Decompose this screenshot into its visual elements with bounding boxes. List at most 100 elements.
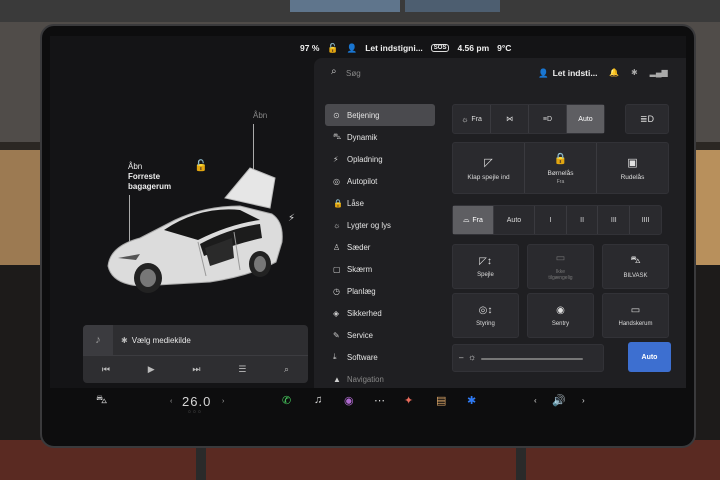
window-lock-icon: ▣ [627, 156, 638, 169]
outside-temperature: 9°C [497, 43, 512, 53]
search-icon[interactable]: ⌕ [331, 66, 337, 77]
profile-icon[interactable]: 👤 [347, 43, 358, 54]
controls-grid-row-1: ◸↕ Spejle ▭ Ikke tilgængelig ⛍ BILVASK [452, 244, 669, 289]
sentry-button[interactable]: ◉ Sentry [527, 293, 594, 338]
sos-icon[interactable]: SOS [430, 44, 450, 52]
clock-icon: ◷ [333, 286, 340, 296]
fold-mirrors-button[interactable]: ◸ Klap spejle ind [453, 143, 525, 193]
carwash-button[interactable]: ⛍ BILVASK [602, 244, 669, 289]
volume-up-icon[interactable]: › [582, 396, 585, 405]
media-search-icon[interactable]: ⌕ [284, 364, 289, 375]
music-icon[interactable]: ♫ [314, 394, 322, 406]
car-icon: ⛍ [333, 132, 342, 141]
brightness-auto-button[interactable]: Auto [628, 342, 671, 372]
more-apps-icon[interactable]: ⋯ [374, 394, 385, 407]
menu-item-planlaeg[interactable]: ◷ Planlæg [325, 280, 435, 302]
menu-item-sikkerhed[interactable]: ◈ Sikkerhed [325, 302, 435, 324]
unavailable-button: ▭ Ikke tilgængelig [527, 244, 594, 289]
wiper-speed-label: III [610, 216, 617, 224]
cabin-temperature[interactable]: 26.0 [182, 394, 211, 409]
shield-icon: ◈ [333, 308, 340, 318]
child-lock-label: Børnelås [547, 169, 574, 177]
menu-item-autopilot[interactable]: ◎ Autopilot [325, 170, 435, 192]
menu-item-label: Sikkerhed [347, 308, 382, 318]
menu-item-label: Opladning [347, 154, 383, 164]
calendar-icon[interactable]: ▤ [436, 394, 446, 407]
download-icon: ⤓ [333, 352, 337, 361]
menu-item-opladning[interactable]: ⚡ Opladning [325, 148, 435, 170]
wiper-off-button[interactable]: ⌓ Fra [453, 206, 494, 234]
phone-icon[interactable]: ✆ [282, 394, 291, 407]
wiper-auto-label: Auto [506, 216, 522, 224]
menu-item-betjening[interactable]: ⊙ Betjening [325, 104, 435, 126]
temp-down-icon[interactable]: ‹ [170, 398, 172, 405]
search-input[interactable] [346, 67, 496, 79]
previous-track-icon[interactable]: ⏮ [102, 364, 110, 375]
menu-item-label: Planlæg [347, 286, 376, 296]
temp-up-icon[interactable]: › [222, 398, 224, 405]
car-icon[interactable]: ⛍ [96, 394, 107, 408]
unavailable-label-2: tilgængelig [548, 274, 573, 281]
brightness-slider[interactable]: – ☼ [452, 344, 604, 372]
menu-item-label: Software [347, 352, 378, 362]
status-profile[interactable]: Let indstigni... [365, 43, 423, 53]
menu-item-label: Service [347, 330, 373, 340]
play-icon[interactable]: ▶ [148, 364, 155, 375]
carwash-icon: ⛍ [630, 254, 641, 266]
wiper-speed-4-button[interactable]: IIII [630, 206, 661, 234]
parking-lights-button[interactable]: ⋈ [491, 105, 529, 133]
bluetooth-app-icon[interactable]: ✱ [467, 394, 476, 407]
panel-profile-button[interactable]: 👤 Let indsti... [538, 68, 597, 79]
open-trunk-button[interactable]: Åbn [253, 111, 267, 121]
menu-item-label: Skærm [347, 264, 373, 274]
lights-off-button[interactable]: ☼ Fra [453, 105, 491, 133]
steering-adjust-button[interactable]: ◎↕ Styring [452, 293, 519, 338]
brightness-slider-track[interactable] [481, 358, 583, 360]
mirror-icon: ◸ [484, 156, 493, 169]
wiper-speed-label: I [549, 216, 552, 224]
wiper-speed-3-button[interactable]: III [598, 206, 631, 234]
seat-heater-icon[interactable]: ◌◌◌ [188, 409, 203, 415]
menu-item-dynamik[interactable]: ⛍ Dynamik [325, 126, 435, 148]
music-note-icon: ♪ [83, 325, 113, 355]
menu-item-laase[interactable]: 🔒 Låse [325, 192, 435, 214]
low-beam-icon: ≡D [542, 115, 553, 123]
menu-item-software[interactable]: ⤓ Software [325, 346, 435, 368]
camera-app-icon[interactable]: ◉ [344, 394, 354, 407]
lights-auto-button[interactable]: Auto [567, 105, 604, 133]
low-beam-button[interactable]: ≡D [529, 105, 567, 133]
lock-status-icon[interactable]: 🔓 [327, 43, 338, 54]
menu-item-saeder[interactable]: ♙ Sæder [325, 236, 435, 258]
fold-mirrors-label: Klap spejle ind [467, 173, 510, 181]
volume-down-icon[interactable]: ‹ [534, 396, 537, 405]
charging-icon: ⚡ [333, 154, 339, 164]
menu-item-service[interactable]: ✎ Service [325, 324, 435, 346]
menu-item-label: Lygter og lys [347, 220, 391, 230]
menu-item-label: Navigation [347, 374, 384, 384]
camera-icon: ▭ [555, 252, 566, 264]
toybox-icon[interactable]: ✦ [404, 394, 413, 407]
next-track-icon[interactable]: ⏭ [192, 364, 200, 375]
wiper-speed-2-button[interactable]: II [567, 206, 599, 234]
quick-controls: ◸ Klap spejle ind 🔒 Børnelås Fra ▣ Rudelås [452, 142, 669, 194]
menu-item-navigation[interactable]: ▲ Navigation [325, 368, 435, 388]
wrench-icon: ✎ [333, 330, 340, 340]
high-beam-button[interactable]: ≣D [625, 104, 669, 134]
window-lock-button[interactable]: ▣ Rudelås [597, 143, 668, 193]
volume-icon[interactable]: 🔊 [552, 394, 566, 407]
wiper-speed-1-button[interactable]: I [535, 206, 567, 234]
media-source-selector[interactable]: ✱ Vælg mediekilde [121, 336, 191, 345]
wiper-auto-button[interactable]: Auto [494, 206, 535, 234]
mirrors-adjust-button[interactable]: ◸↕ Spejle [452, 244, 519, 289]
bell-icon[interactable]: 🔔 [609, 68, 619, 77]
sun-icon: ☼ [333, 220, 341, 230]
bluetooth-status-icon[interactable]: ✱ [631, 68, 638, 77]
glovebox-button[interactable]: ▭ Handskerum [602, 293, 669, 338]
child-lock-button[interactable]: 🔒 Børnelås Fra [525, 143, 597, 193]
brightness-sun-icon: ☼ [468, 352, 477, 362]
equalizer-icon[interactable]: ☰ [238, 364, 246, 375]
wiper-speed-label: IIII [641, 216, 650, 224]
menu-item-lygter[interactable]: ☼ Lygter og lys [325, 214, 435, 236]
menu-item-skaerm[interactable]: ▢ Skærm [325, 258, 435, 280]
lte-signal-icon: ▂▄▆ [649, 68, 668, 77]
